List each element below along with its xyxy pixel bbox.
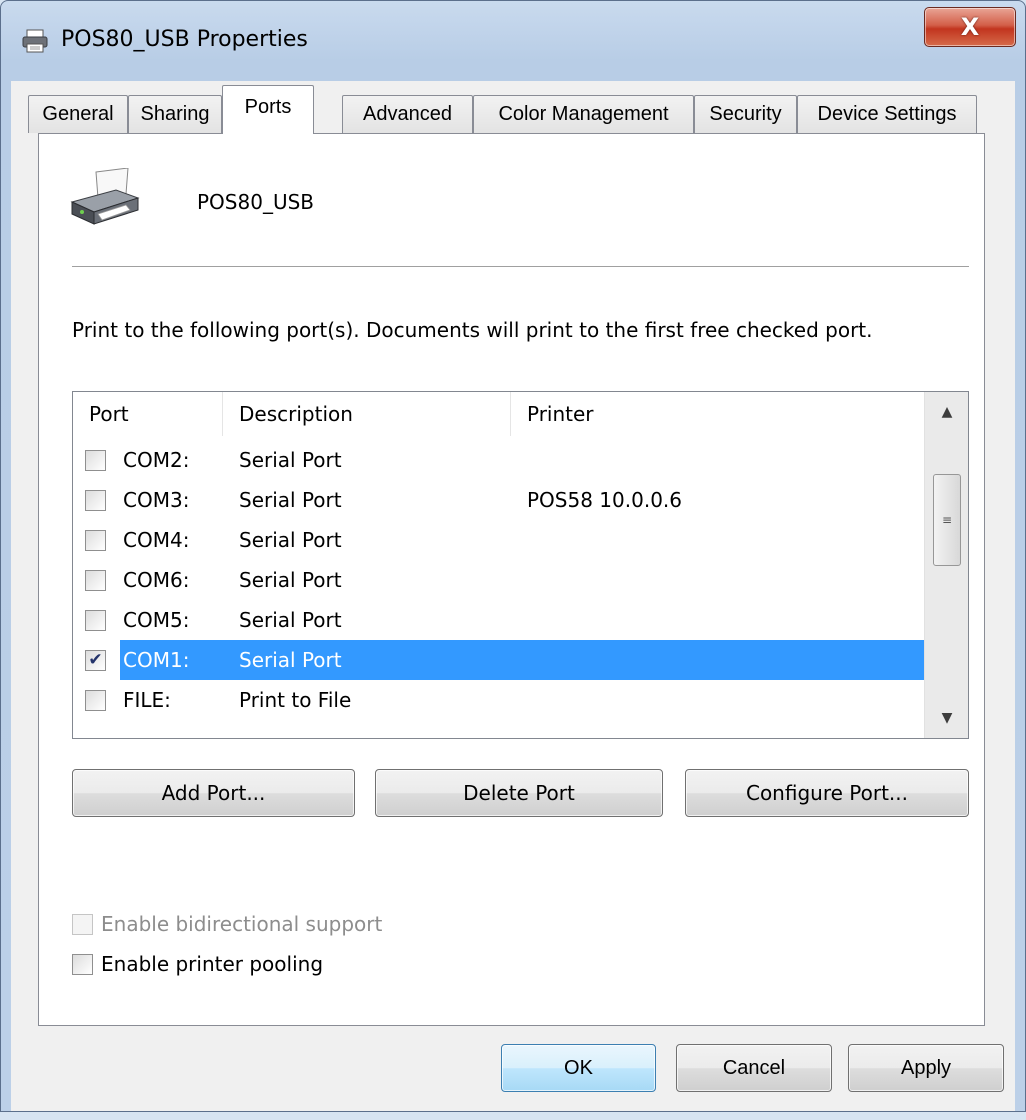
cancel-button[interactable]: Cancel [676, 1044, 832, 1092]
table-row[interactable]: COM4: Serial Port [73, 520, 925, 560]
apply-button[interactable]: Apply [848, 1044, 1004, 1092]
printer-cell: POS58 10.0.0.6 [527, 488, 682, 512]
table-row[interactable]: COM5: Serial Port [73, 600, 925, 640]
ports-list-header: Port Description Printer [73, 392, 925, 436]
description-cell: Serial Port [239, 608, 342, 632]
description-cell: Serial Port [239, 648, 342, 672]
column-header-port[interactable]: Port [73, 392, 223, 436]
description-cell: Serial Port [239, 448, 342, 472]
tab-ports[interactable]: Ports [222, 85, 314, 134]
bidirectional-label: Enable bidirectional support [101, 912, 383, 936]
delete-port-button[interactable]: Delete Port [375, 769, 663, 817]
port-cell: COM5: [123, 608, 190, 632]
ports-panel: POS80_USB Print to the following port(s)… [38, 133, 985, 1026]
scroll-thumb[interactable]: ≡ [933, 474, 961, 566]
port-cell: COM6: [123, 568, 190, 592]
table-row[interactable]: COM3: Serial Port POS58 10.0.0.6 [73, 480, 925, 520]
table-row[interactable]: COM6: Serial Port [73, 560, 925, 600]
column-header-printer[interactable]: Printer [511, 392, 925, 436]
scroll-up-arrow-icon[interactable]: ▲ [925, 392, 968, 432]
title-bar[interactable]: POS80_USB Properties X [1, 1, 1025, 79]
table-row[interactable]: FILE: Print to File [73, 680, 925, 720]
column-header-description[interactable]: Description [223, 392, 511, 436]
tab-security[interactable]: Security [694, 95, 797, 133]
port-checkbox[interactable] [85, 490, 106, 511]
printer-title-icon [22, 29, 48, 53]
close-button[interactable]: X [924, 7, 1016, 47]
description-cell: Serial Port [239, 528, 342, 552]
tab-color-management[interactable]: Color Management [473, 95, 694, 133]
properties-dialog: POS80_USB Properties X General Sharing P… [0, 0, 1026, 1112]
tab-sharing[interactable]: Sharing [128, 95, 222, 133]
ports-description: Print to the following port(s). Document… [72, 318, 873, 342]
configure-port-button[interactable]: Configure Port... [685, 769, 969, 817]
table-row[interactable]: COM2: Serial Port [73, 440, 925, 480]
pooling-label[interactable]: Enable printer pooling [101, 952, 323, 976]
port-checkbox[interactable] [85, 530, 106, 551]
port-cell: COM2: [123, 448, 190, 472]
bidirectional-option: Enable bidirectional support [72, 912, 382, 936]
port-cell: COM3: [123, 488, 190, 512]
port-checkbox[interactable] [85, 450, 106, 471]
printer-name: POS80_USB [197, 190, 315, 214]
pooling-checkbox[interactable] [72, 953, 93, 975]
description-cell: Serial Port [239, 568, 342, 592]
port-cell: COM1: [123, 648, 190, 672]
ports-list[interactable]: Port Description Printer COM2: Serial Por… [72, 391, 969, 739]
port-checkbox[interactable]: ✔ [85, 650, 106, 671]
vertical-scrollbar[interactable]: ▲ ≡ ▼ [924, 392, 968, 738]
port-checkbox[interactable] [85, 690, 106, 711]
printer-icon [70, 168, 140, 225]
pooling-option[interactable]: Enable printer pooling [72, 952, 323, 976]
table-row[interactable]: ✔ COM1: Serial Port [73, 640, 925, 680]
port-cell: FILE: [123, 688, 171, 712]
tab-general[interactable]: General [28, 95, 128, 133]
port-checkbox[interactable] [85, 610, 106, 631]
port-checkbox[interactable] [85, 570, 106, 591]
bidirectional-checkbox [72, 913, 93, 935]
ok-button[interactable]: OK [501, 1044, 656, 1092]
window-title: POS80_USB Properties [61, 27, 308, 52]
tab-advanced[interactable]: Advanced [342, 95, 473, 133]
description-cell: Serial Port [239, 488, 342, 512]
description-cell: Print to File [239, 688, 352, 712]
scroll-down-arrow-icon[interactable]: ▼ [925, 698, 968, 738]
separator [72, 266, 969, 267]
client-area: General Sharing Ports Advanced Color Man… [11, 81, 1015, 1111]
tab-device-settings[interactable]: Device Settings [797, 95, 977, 133]
add-port-button[interactable]: Add Port... [72, 769, 355, 817]
port-cell: COM4: [123, 528, 190, 552]
